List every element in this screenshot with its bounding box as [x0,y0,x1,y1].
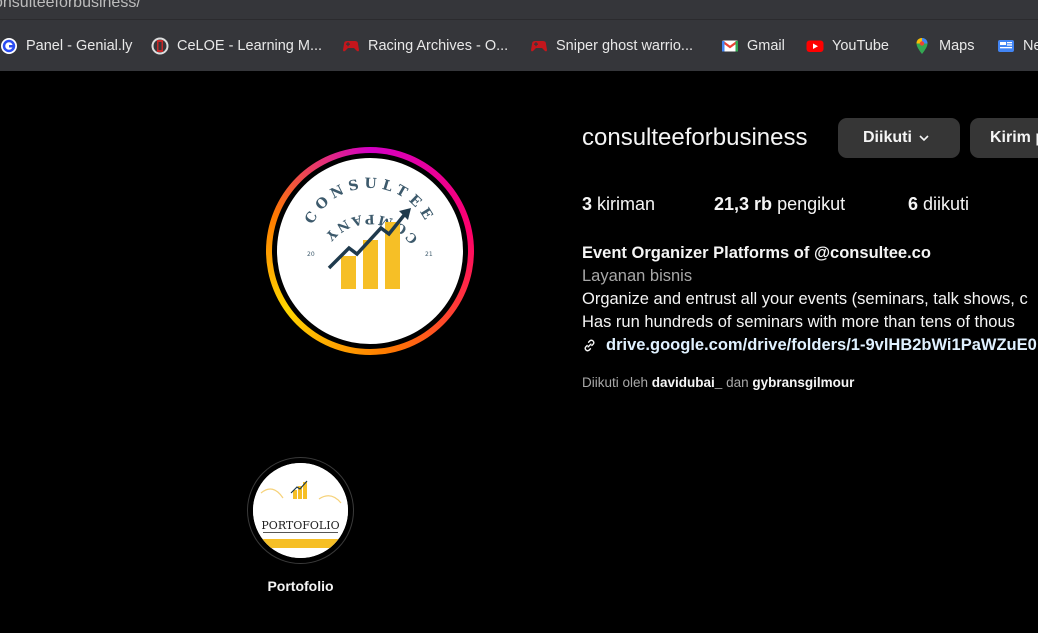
highlight-cover-text: PORTOFOLIO [261,519,339,532]
bookmark-label: Gmail [747,38,785,54]
bookmark-label: Ne [1023,38,1038,54]
bio-link-text: drive.google.com/drive/folders/1-9vlHB2b… [606,336,1037,354]
gamepad-icon [530,37,548,55]
chevron-down-icon [919,135,929,142]
highlight-cover: PORTOFOLIO [253,463,348,558]
following-count[interactable]: 6 diikuti [908,194,969,215]
message-button-label: Kirim p [990,129,1038,146]
bookmark-youtube[interactable]: YouTube [806,36,889,56]
bio-category: Layanan bisnis [582,267,693,285]
maps-icon [913,37,931,55]
bookmark-label: CeLOE - Learning M... [177,38,323,54]
gamepad-icon [342,37,360,55]
bookmark-celoe[interactable]: CeLOE - Learning M... [151,36,322,56]
bookmarks-bar: Panel - Genial.ly CeLOE - Learning M... … [0,19,1038,71]
followed-by-user: davidubai_ [651,375,723,390]
bookmark-racing-archives[interactable]: Racing Archives - O... [342,36,508,56]
message-button[interactable]: Kirim p [970,118,1038,158]
url-text: onsulteeforbusiness/ [0,0,141,11]
profile-picture[interactable]: CONSULTEE COMPANY 20 21 [266,147,474,355]
posts-count[interactable]: 3 kiriman [582,194,655,215]
bookmark-news[interactable]: Ne [997,36,1038,56]
bookmark-label: YouTube [832,38,889,54]
bookmark-sniper-ghost[interactable]: Sniper ghost warrio... [530,36,693,56]
bookmark-label: Racing Archives - O... [368,38,509,54]
bookmark-gmail[interactable]: Gmail [721,36,785,56]
bookmark-genially[interactable]: Panel - Genial.ly [0,36,132,56]
bio-link[interactable]: drive.google.com/drive/folders/1-9vlHB2b… [582,334,1038,357]
link-icon [584,339,595,352]
bio-line: Has run hundreds of seminars with more t… [582,313,1015,331]
bookmark-label: Panel - Genial.ly [26,38,133,54]
bio-name: Event Organizer Platforms of @consultee.… [582,244,931,262]
following-button[interactable]: Diikuti [838,118,960,158]
profile-bio: Event Organizer Platforms of @consultee.… [582,242,1038,357]
bookmark-label: Sniper ghost warrio... [556,38,694,54]
highlight-label: Portofolio [267,578,334,594]
logo-right-mark: 21 [425,251,433,258]
logo-bar-1 [341,256,356,289]
celoe-icon [151,37,169,55]
gmail-icon [721,37,739,55]
news-icon [997,37,1015,55]
profile-username: consulteeforbusiness [582,124,808,151]
genially-icon [0,37,18,55]
followed-by-user: gybransgilmour [752,375,855,390]
consultee-logo: CONSULTEE COMPANY 20 21 [277,158,463,344]
highlight-portofolio[interactable]: PORTOFOLIO [247,457,354,564]
logo-left-mark: 20 [307,251,315,258]
followers-count[interactable]: 21,3 rb pengikut [714,194,845,215]
followed-by[interactable]: Diikuti oleh davidubai_ dan gybransgilmo… [582,375,854,390]
bookmark-maps[interactable]: Maps [913,36,974,56]
youtube-icon [806,37,824,55]
bio-line: Organize and entrust all your events (se… [582,290,1028,308]
bookmark-label: Maps [939,38,975,54]
following-button-label: Diikuti [863,129,912,146]
address-bar[interactable]: onsulteeforbusiness/ [0,0,1038,19]
